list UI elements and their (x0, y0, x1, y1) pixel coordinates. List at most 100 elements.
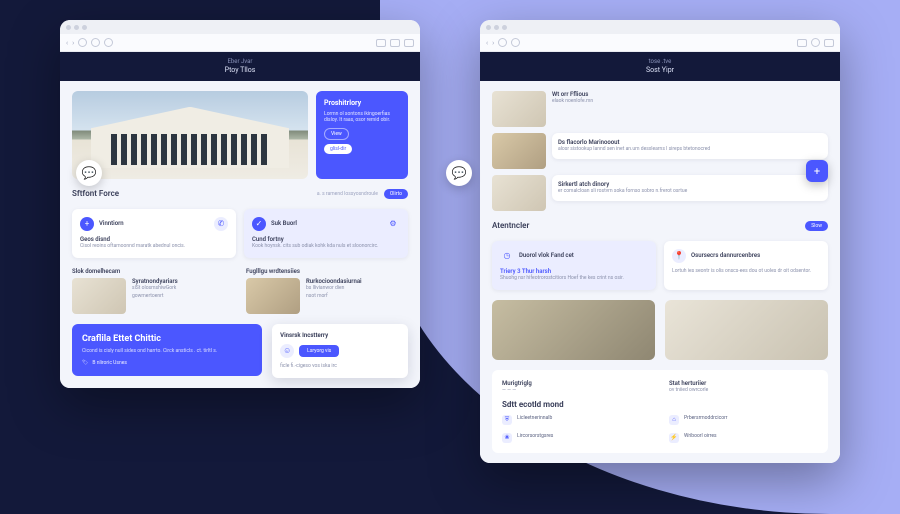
details-card: Murigtriglg — — — Stat herturiier ov tni… (492, 370, 828, 453)
chat-icon: 💬 (452, 166, 467, 180)
profile-icon[interactable] (404, 39, 414, 47)
clock-icon: ◷ (500, 249, 514, 263)
card-title: Duorol vlok Fand cet (519, 252, 574, 259)
card-desc: Lortuh ies seontr is olis onscs-ees dou … (672, 268, 820, 275)
traffic-light[interactable] (502, 25, 507, 30)
col-title: Murigtriglg (502, 380, 651, 387)
feature-text: Prbersrmoddrcicorr (684, 415, 728, 421)
pin-icon: 📍 (672, 249, 686, 263)
chat-fab[interactable]: 💬 (76, 160, 102, 186)
card-title: Suk Buorl (271, 220, 297, 227)
card-subtitle: Geos disnd (80, 236, 228, 243)
shield-icon[interactable] (104, 38, 113, 47)
extension-icon[interactable] (797, 39, 807, 47)
shield-icon: ⛨ (502, 415, 512, 425)
phone-icon[interactable]: ✆ (214, 217, 228, 231)
bolt-icon: ⚡ (669, 433, 679, 443)
side-card-note: ficle fi.-cigeso vos iska irc (280, 363, 400, 370)
feature-text: Wriboorl oirres (684, 433, 717, 439)
list-desc: er comalcloan sli rostvrn soka fornso so… (558, 188, 822, 195)
home-icon[interactable] (511, 38, 520, 47)
plus-icon: + (80, 217, 94, 231)
leaf-icon: ❀ (502, 433, 512, 443)
section-meta: a. s rarnend lossyosndroule (317, 191, 378, 197)
hero-cta-primary[interactable]: glisl-dir (324, 144, 352, 154)
listing-line: nsot morf (306, 293, 362, 299)
traffic-light[interactable] (74, 25, 79, 30)
hero-card-title: Proshitrlory (324, 99, 400, 107)
window-chrome (60, 20, 420, 34)
browser-toolbar: ‹ › (480, 34, 840, 52)
hero-section: Proshitrlory Lormn ol sontons ikingoerfi… (72, 91, 408, 179)
page-header: Eber Jvar Ptoy Tllos (60, 52, 420, 81)
listing-list: Wt orr Fflious elaok noenlofe.mn Ds flac… (492, 91, 828, 211)
section-header: Sftfont Force a. s rarnend lossyosndroul… (72, 189, 408, 199)
plus-icon: + (814, 165, 820, 178)
list-title: Ds flacorlo Marinooout (558, 139, 822, 146)
listing-thumb (492, 133, 546, 169)
browser-window-right: ‹ › tose .tve Sost Yipr Wt orr Fflious e… (480, 20, 840, 463)
page-header: tose .tve Sost Yipr (480, 52, 840, 81)
nav-forward-icon[interactable]: › (72, 39, 74, 47)
list-item[interactable]: Ds flacorlo Marinooout alosr sistookup l… (492, 133, 828, 169)
hero-card: Proshitrlory Lormn ol sontons ikingoerfi… (316, 91, 408, 179)
header-eyebrow: tose .tve (480, 58, 840, 66)
feature-text: Lircorsorstgsres (517, 433, 553, 439)
gallery-image[interactable] (492, 300, 655, 360)
side-card-button[interactable]: Lsryorg vis (299, 345, 339, 357)
col-title: Slok domelhecam (72, 268, 234, 275)
action-fab[interactable]: + (806, 160, 828, 182)
listing-title: Syratnondyariars (132, 278, 178, 285)
feature-text: Licleetnerinnalb (517, 415, 552, 421)
section-title: Sftfont Force (72, 189, 119, 198)
card-subtitle: Triery 3 Thur harsh (500, 268, 648, 275)
listing-line: slSt olosmshiwGork (132, 285, 178, 291)
hero-cta-secondary[interactable]: View (324, 128, 349, 140)
feature-card[interactable]: ◷ Duorol vlok Fand cet Triery 3 Thur har… (492, 241, 656, 290)
listing-thumb (492, 91, 546, 127)
col-title: Stat herturiier (669, 380, 818, 387)
details-title: Sdtt ecotld mond (502, 400, 818, 409)
traffic-light[interactable] (82, 25, 87, 30)
feature-card[interactable]: ✓ Suk Buorl ⚙ Cund fortny Kook hoynsk. c… (244, 209, 408, 258)
gallery-image[interactable] (665, 300, 828, 360)
reload-icon[interactable] (498, 38, 507, 47)
gear-icon[interactable]: ⚙ (386, 217, 400, 231)
nav-back-icon[interactable]: ‹ (66, 39, 68, 47)
feature-item: ⛨ Licleetnerinnalb (502, 415, 651, 425)
extension-icon[interactable] (376, 39, 386, 47)
promo-foot: B nliroric Usnes (92, 360, 127, 366)
header-title: Ptoy Tllos (60, 66, 420, 75)
search-icon[interactable] (811, 38, 820, 47)
list-head-sub: elaok noenlofe.mn (552, 98, 828, 105)
menu-icon[interactable] (390, 39, 400, 47)
card-title: Osursecrs dannurcenbres (691, 252, 760, 259)
tag-icon: 🏷 (82, 360, 88, 366)
promo-body: Cicond is cisly null sides ond harrto. C… (82, 348, 252, 355)
profile-icon[interactable] (824, 39, 834, 47)
traffic-light[interactable] (494, 25, 499, 30)
nav-back-icon[interactable]: ‹ (486, 39, 488, 47)
hero-card-body: Lormn ol sontons ikingoerfias disloy. It… (324, 111, 400, 124)
header-title: Sost Yipr (480, 66, 840, 75)
listing-thumb (492, 175, 546, 211)
section-badge[interactable]: Slow (805, 221, 828, 231)
chat-fab[interactable]: 💬 (446, 160, 472, 186)
listing-thumb[interactable] (246, 278, 300, 314)
list-title: Sirkertl atch dinory (558, 181, 822, 188)
listing-line: gowmertoenrt (132, 293, 178, 299)
traffic-light[interactable] (66, 25, 71, 30)
section-badge[interactable]: Olirto (384, 189, 408, 199)
col-line: ov tniied owrcorle (669, 387, 818, 394)
nav-forward-icon[interactable]: › (492, 39, 494, 47)
feature-card[interactable]: 📍 Osursecrs dannurcenbres Lortuh ies seo… (664, 241, 828, 290)
feature-card[interactable]: + Vinntiorn ✆ Geos disnd Cisol reoins of… (72, 209, 236, 258)
reload-icon[interactable] (78, 38, 87, 47)
list-item[interactable]: Wt orr Fflious elaok noenlofe.mn (492, 91, 828, 127)
promo-card: Craflila Ettet Chittic Cicond is cisly n… (72, 324, 262, 376)
traffic-light[interactable] (486, 25, 491, 30)
section-header: Atentncler Slow (492, 221, 828, 231)
listing-thumb[interactable] (72, 278, 126, 314)
home-icon[interactable] (91, 38, 100, 47)
list-item[interactable]: Sirkertl atch dinory er comalcloan sli r… (492, 175, 828, 211)
